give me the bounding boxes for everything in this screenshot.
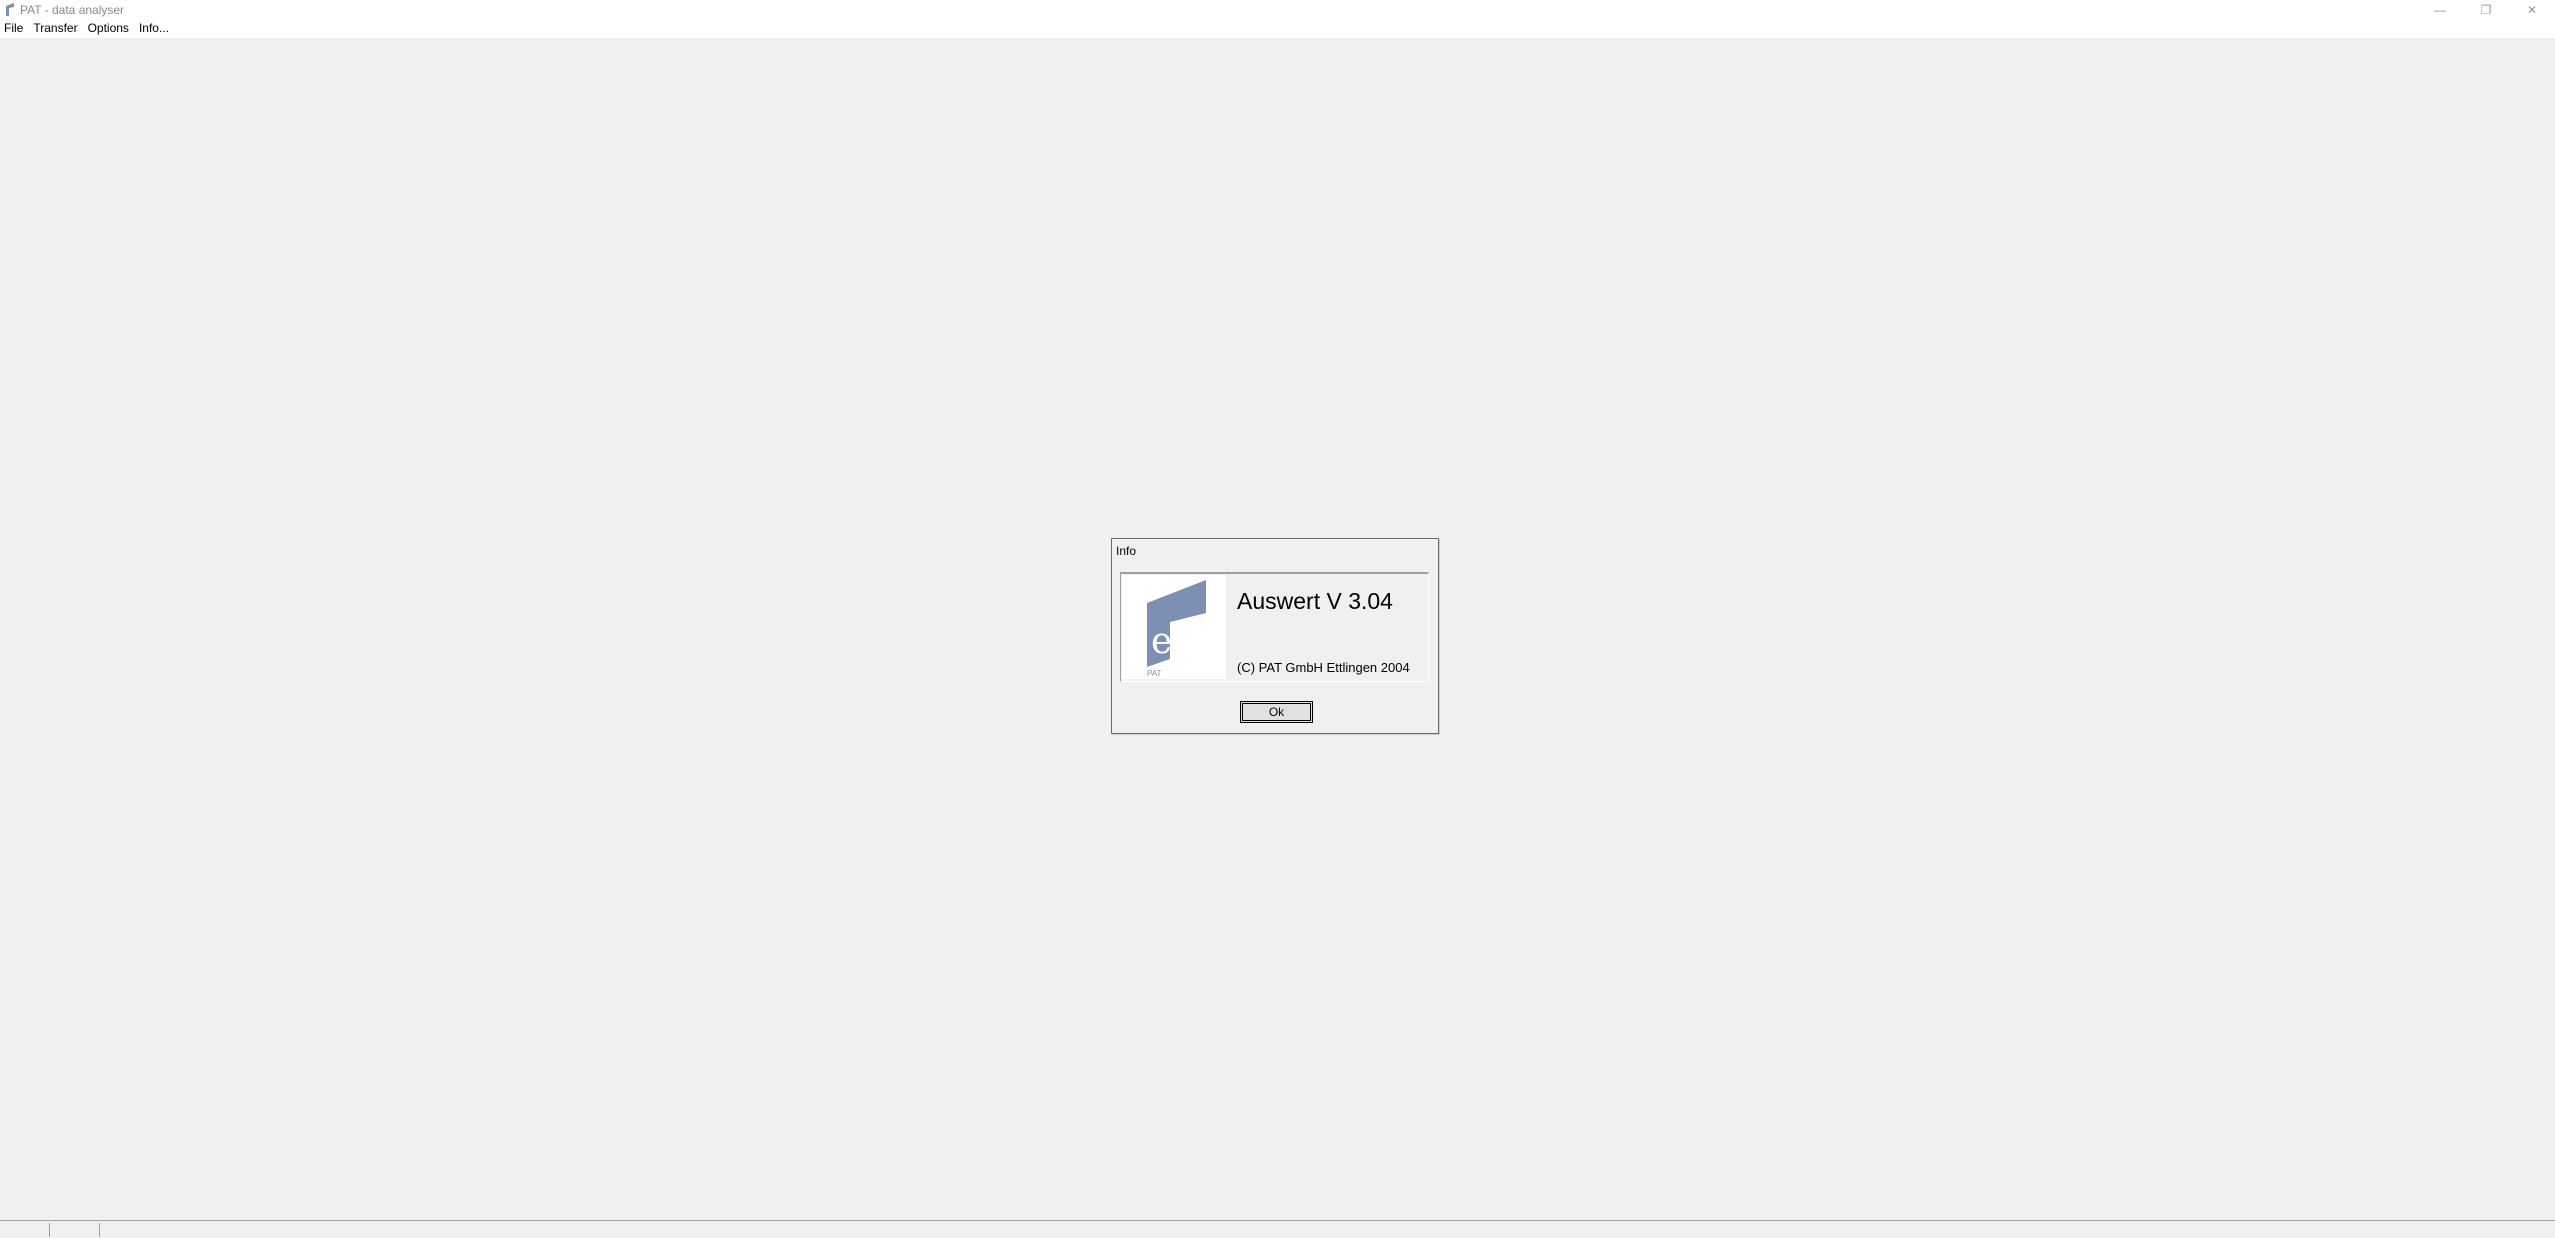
logo-caption: PAT [1147, 669, 1161, 678]
info-dialog: Info e PAT Auswert V 3.04 (C) PAT GmbH E… [1111, 538, 1439, 734]
ok-button[interactable]: Ok [1240, 701, 1313, 723]
title-bar: PAT - data analyser — ❐ ✕ [0, 0, 2555, 19]
maximize-button[interactable]: ❐ [2463, 0, 2509, 19]
menu-transfer[interactable]: Transfer [29, 19, 83, 38]
menu-info[interactable]: Info... [135, 19, 175, 38]
window-controls: — ❐ ✕ [2417, 0, 2555, 19]
status-bar [0, 1220, 2555, 1238]
window-title: PAT - data analyser [20, 2, 125, 17]
minimize-button[interactable]: — [2417, 0, 2463, 19]
app-icon [6, 3, 14, 16]
logo-icon: e PAT [1147, 580, 1206, 678]
menu-bar: File Transfer Options Info... [0, 19, 2555, 39]
status-pane-divider [49, 1223, 50, 1237]
status-pane-divider [99, 1223, 100, 1237]
menu-file[interactable]: File [0, 19, 29, 38]
close-button[interactable]: ✕ [2509, 0, 2555, 19]
logo-letter: e [1151, 621, 1172, 662]
pat-logo: e PAT [1122, 575, 1226, 679]
copyright-text: (C) PAT GmbH Ettlingen 2004 [1237, 660, 1410, 675]
dialog-title: Info [1116, 544, 1137, 558]
product-version: Auswert V 3.04 [1237, 588, 1393, 614]
info-panel: e PAT Auswert V 3.04 (C) PAT GmbH Ettlin… [1120, 572, 1429, 682]
menu-options[interactable]: Options [84, 19, 135, 38]
